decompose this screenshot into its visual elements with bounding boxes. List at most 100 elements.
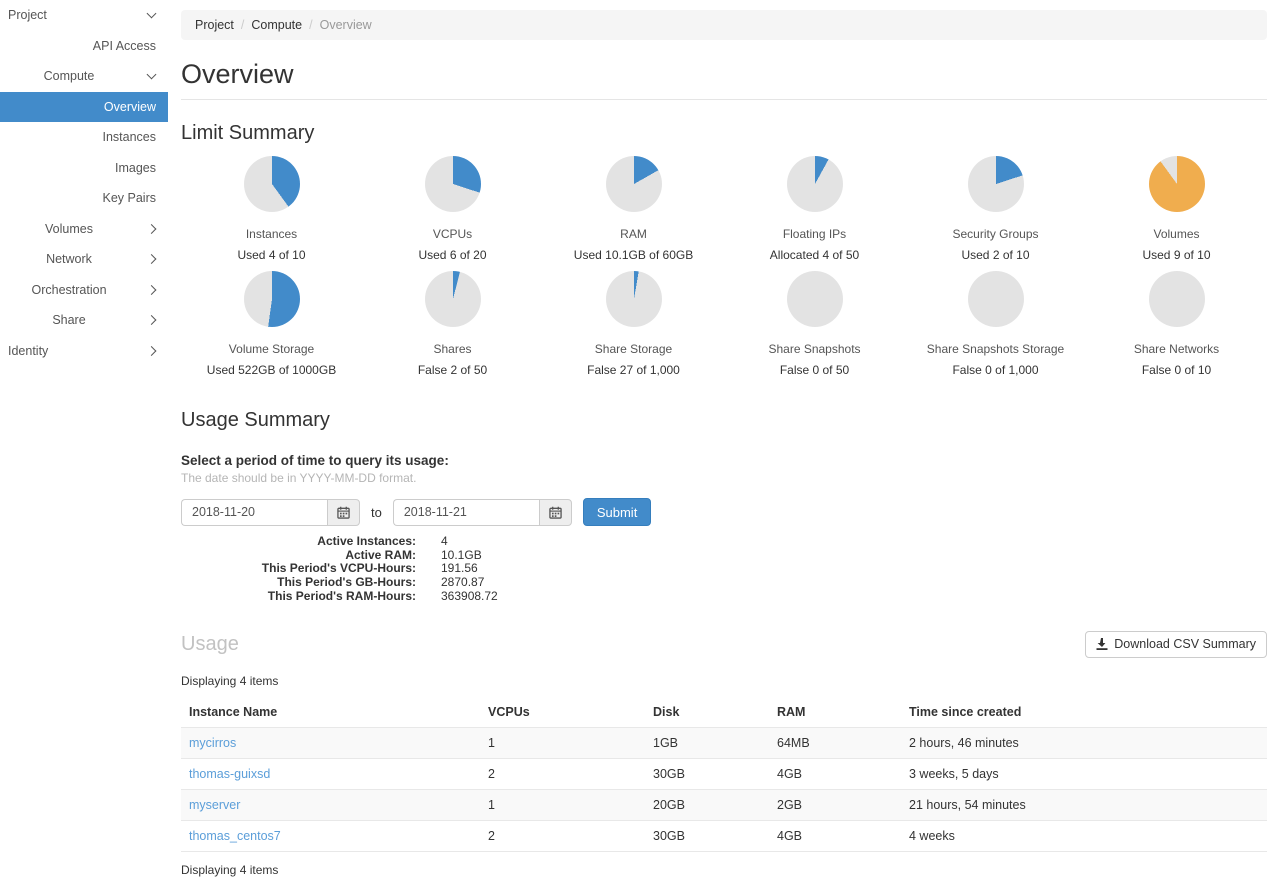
chevron-right-icon bbox=[146, 254, 157, 265]
pie-caption: Allocated 4 of 50 bbox=[769, 248, 860, 262]
stat-label: Active Instances: bbox=[317, 534, 416, 548]
date-to-input[interactable] bbox=[392, 498, 539, 526]
table-cell: 3 weeks, 5 days bbox=[901, 757, 1267, 790]
sidebar-item-api-access[interactable]: API Access bbox=[0, 31, 168, 62]
pie-caption: False 0 of 10 bbox=[1141, 363, 1212, 377]
stat-label: Active RAM: bbox=[345, 547, 416, 562]
pie-chart bbox=[424, 156, 481, 212]
date-from-input[interactable] bbox=[181, 498, 327, 526]
breadcrumb-separator: / bbox=[309, 18, 313, 32]
sidebar-item-images[interactable]: Images bbox=[0, 153, 168, 184]
pie-label: Security Groups bbox=[952, 227, 1039, 241]
date-to-calendar-button[interactable] bbox=[538, 498, 572, 526]
pie-chart bbox=[786, 156, 843, 212]
pie-chart bbox=[605, 156, 662, 212]
table-cell: 64MB bbox=[769, 726, 901, 759]
table-cell: 2 bbox=[480, 819, 645, 852]
download-csv-label: Download CSV Summary bbox=[1114, 637, 1256, 652]
pie-label: Instances bbox=[245, 227, 298, 241]
to-label: to bbox=[371, 504, 382, 520]
breadcrumb-separator: / bbox=[240, 18, 245, 32]
pie-label: Share Snapshots Storage bbox=[926, 342, 1065, 356]
stat-value: 2870.87 bbox=[441, 575, 485, 590]
date-from-group bbox=[181, 498, 360, 526]
pie-chart bbox=[967, 156, 1024, 212]
usage-summary-heading: Usage Summary bbox=[181, 409, 330, 431]
pie-chart bbox=[967, 271, 1024, 327]
submit-button[interactable]: Submit bbox=[582, 498, 652, 526]
chevron-down-icon bbox=[146, 8, 157, 19]
column-header-instance-name: Instance Name bbox=[189, 704, 278, 719]
sidebar-item-orchestration[interactable]: Orchestration bbox=[0, 275, 168, 306]
pie-label: VCPUs bbox=[432, 227, 473, 241]
limit-summary-grid: Instances Used 4 of 10 VCPUs Used 6 of 20 RA… bbox=[181, 147, 1267, 377]
limit-gauge-vcpus: VCPUs Used 6 of 20 bbox=[362, 147, 543, 262]
pie-caption: False 2 of 50 bbox=[417, 363, 488, 377]
sidebar-item-identity[interactable]: Identity bbox=[0, 336, 168, 367]
pie-label: Shares bbox=[433, 342, 472, 356]
breadcrumb-compute[interactable]: Compute bbox=[251, 18, 302, 32]
instance-link[interactable]: thomas-guixsd bbox=[181, 757, 480, 790]
chevron-right-icon bbox=[146, 223, 157, 234]
table-cell: 20GB bbox=[645, 788, 769, 821]
sidebar-item-label: API Access bbox=[92, 38, 156, 53]
table-count-top: Displaying 4 items bbox=[181, 673, 279, 688]
sidebar-item-label: Project bbox=[8, 8, 47, 22]
sidebar-item-label: Images bbox=[115, 160, 156, 175]
date-from-calendar-button[interactable] bbox=[327, 498, 360, 526]
pie-caption: Used 522GB of 1000GB bbox=[206, 363, 337, 377]
stat-row: Active Instances: 4 bbox=[181, 534, 1267, 549]
limit-gauge-volumes: Volumes Used 9 of 10 bbox=[1086, 147, 1267, 262]
sidebar-item-instances[interactable]: Instances bbox=[0, 122, 168, 153]
sidebar-item-project[interactable]: Project bbox=[0, 0, 168, 31]
pie-label: Volumes bbox=[1153, 227, 1200, 241]
pie-label: RAM bbox=[620, 227, 647, 241]
table-cell: 1 bbox=[480, 726, 645, 759]
table-row: mycirros 1 1GB 64MB 2 hours, 46 minutes bbox=[181, 726, 1267, 759]
pie-caption: Used 4 of 10 bbox=[237, 248, 306, 262]
pie-caption: False 0 of 1,000 bbox=[952, 363, 1039, 377]
calendar-icon bbox=[549, 506, 562, 519]
pie-caption: False 0 of 50 bbox=[779, 363, 850, 377]
table-cell: 4 weeks bbox=[901, 819, 1267, 852]
breadcrumb-project[interactable]: Project bbox=[195, 18, 234, 32]
table-cell: 1 bbox=[480, 788, 645, 821]
usage-stats: Active Instances: 4 Active RAM: 10.1GB This … bbox=[181, 534, 1267, 604]
sidebar-item-volumes[interactable]: Volumes bbox=[0, 214, 168, 245]
sidebar-item-key-pairs[interactable]: Key Pairs bbox=[0, 183, 168, 214]
table-cell: 1GB bbox=[645, 726, 769, 759]
sidebar-item-network[interactable]: Network bbox=[0, 244, 168, 275]
instance-link[interactable]: thomas_centos7 bbox=[181, 819, 480, 852]
stat-row: Active RAM: 10.1GB bbox=[181, 547, 1267, 563]
pie-label: Share Snapshots bbox=[768, 342, 861, 356]
sidebar-item-label: Volumes bbox=[45, 221, 93, 236]
sidebar-item-label: Identity bbox=[8, 343, 49, 358]
limit-summary-heading: Limit Summary bbox=[181, 122, 315, 144]
pie-chart bbox=[1148, 156, 1205, 212]
instance-link[interactable]: myserver bbox=[181, 788, 480, 821]
sidebar-item-compute[interactable]: Compute bbox=[0, 61, 168, 92]
table-cell: 30GB bbox=[645, 819, 769, 852]
table-row: myserver 1 20GB 2GB 21 hours, 54 minutes bbox=[181, 788, 1267, 821]
limit-gauge-share-networks: Share Networks False 0 of 10 bbox=[1086, 262, 1267, 377]
pie-label: Share Storage bbox=[594, 342, 673, 356]
download-csv-button[interactable]: Download CSV Summary bbox=[1085, 630, 1267, 658]
pie-chart bbox=[605, 271, 662, 327]
pie-chart bbox=[786, 271, 843, 327]
sidebar-item-overview[interactable]: Overview bbox=[0, 91, 168, 122]
limit-gauge-floating-ips: Floating IPs Allocated 4 of 50 bbox=[724, 147, 905, 262]
instance-link[interactable]: mycirros bbox=[181, 726, 480, 759]
table-cell: 4GB bbox=[769, 819, 901, 852]
breadcrumb-overview: Overview bbox=[319, 18, 372, 32]
breadcrumb: Project / Compute / Overview bbox=[181, 10, 1267, 40]
table-cell: 21 hours, 54 minutes bbox=[901, 788, 1267, 821]
pie-label: Share Networks bbox=[1133, 342, 1220, 356]
limit-gauge-ram: RAM Used 10.1GB of 60GB bbox=[543, 147, 724, 262]
limit-gauge-volume-storage: Volume Storage Used 522GB of 1000GB bbox=[181, 262, 362, 377]
limit-gauge-shares: Shares False 2 of 50 bbox=[362, 262, 543, 377]
pie-chart bbox=[243, 156, 300, 212]
sidebar-item-share[interactable]: Share bbox=[0, 305, 168, 336]
column-header-disk: Disk bbox=[653, 704, 680, 719]
pie-caption: Used 9 of 10 bbox=[1142, 248, 1211, 262]
stat-value: 4 bbox=[441, 534, 448, 548]
